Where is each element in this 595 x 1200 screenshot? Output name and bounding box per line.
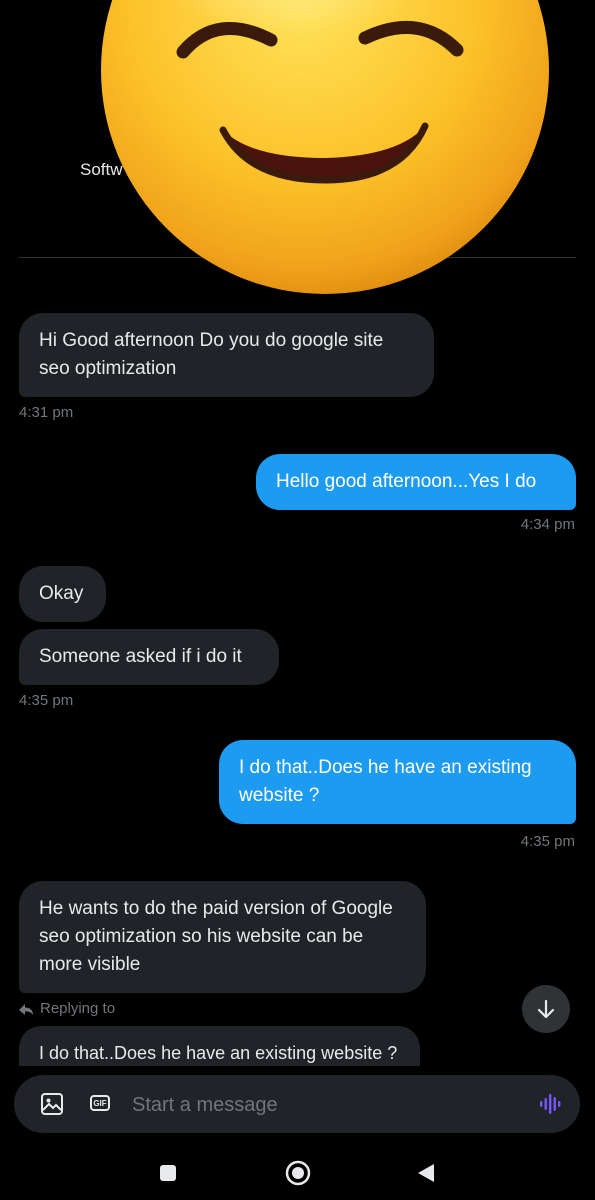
gif-icon[interactable]: GIF bbox=[90, 1095, 110, 1111]
nav-back-icon bbox=[418, 1164, 434, 1182]
message-outgoing[interactable]: I do that..Does he have an existing webs… bbox=[219, 740, 576, 824]
scroll-to-bottom-button[interactable] bbox=[522, 985, 570, 1033]
nav-home-icon bbox=[285, 1160, 311, 1186]
nav-recents-icon bbox=[160, 1165, 176, 1181]
reply-preview[interactable]: I do that..Does he have an existing webs… bbox=[19, 1026, 420, 1066]
message-incoming[interactable]: Okay bbox=[19, 566, 106, 622]
image-icon[interactable] bbox=[40, 1092, 64, 1116]
message-incoming[interactable]: He wants to do the paid version of Googl… bbox=[19, 881, 426, 993]
message-input[interactable] bbox=[130, 1089, 514, 1121]
message-outgoing[interactable]: Hello good afternoon...Yes I do bbox=[256, 454, 576, 510]
message-incoming[interactable]: Someone asked if i do it bbox=[19, 629, 279, 685]
message-timestamp: 4:35 pm bbox=[19, 692, 74, 709]
nav-home-button[interactable] bbox=[284, 1159, 312, 1187]
message-timestamp: 4:31 pm bbox=[19, 404, 74, 421]
replying-to-label: Replying to bbox=[40, 1000, 116, 1017]
nav-recents-button[interactable] bbox=[155, 1160, 181, 1186]
replying-to: Replying to bbox=[18, 1000, 115, 1017]
reply-preview-text: I do that..Does he have an existing webs… bbox=[39, 1043, 398, 1063]
message-incoming[interactable]: Hi Good afternoon Do you do google site … bbox=[19, 313, 434, 397]
emoji-sticker bbox=[101, 0, 549, 294]
voice-icon[interactable] bbox=[538, 1092, 562, 1116]
arrow-down-icon bbox=[537, 999, 555, 1019]
reply-arrow-icon bbox=[19, 1003, 33, 1015]
nav-back-button[interactable] bbox=[414, 1160, 438, 1186]
system-nav-bar bbox=[0, 1140, 595, 1200]
message-timestamp: 4:35 pm bbox=[520, 833, 575, 850]
message-composer: GIF bbox=[14, 1075, 580, 1133]
message-timestamp: 4:34 pm bbox=[520, 516, 575, 533]
